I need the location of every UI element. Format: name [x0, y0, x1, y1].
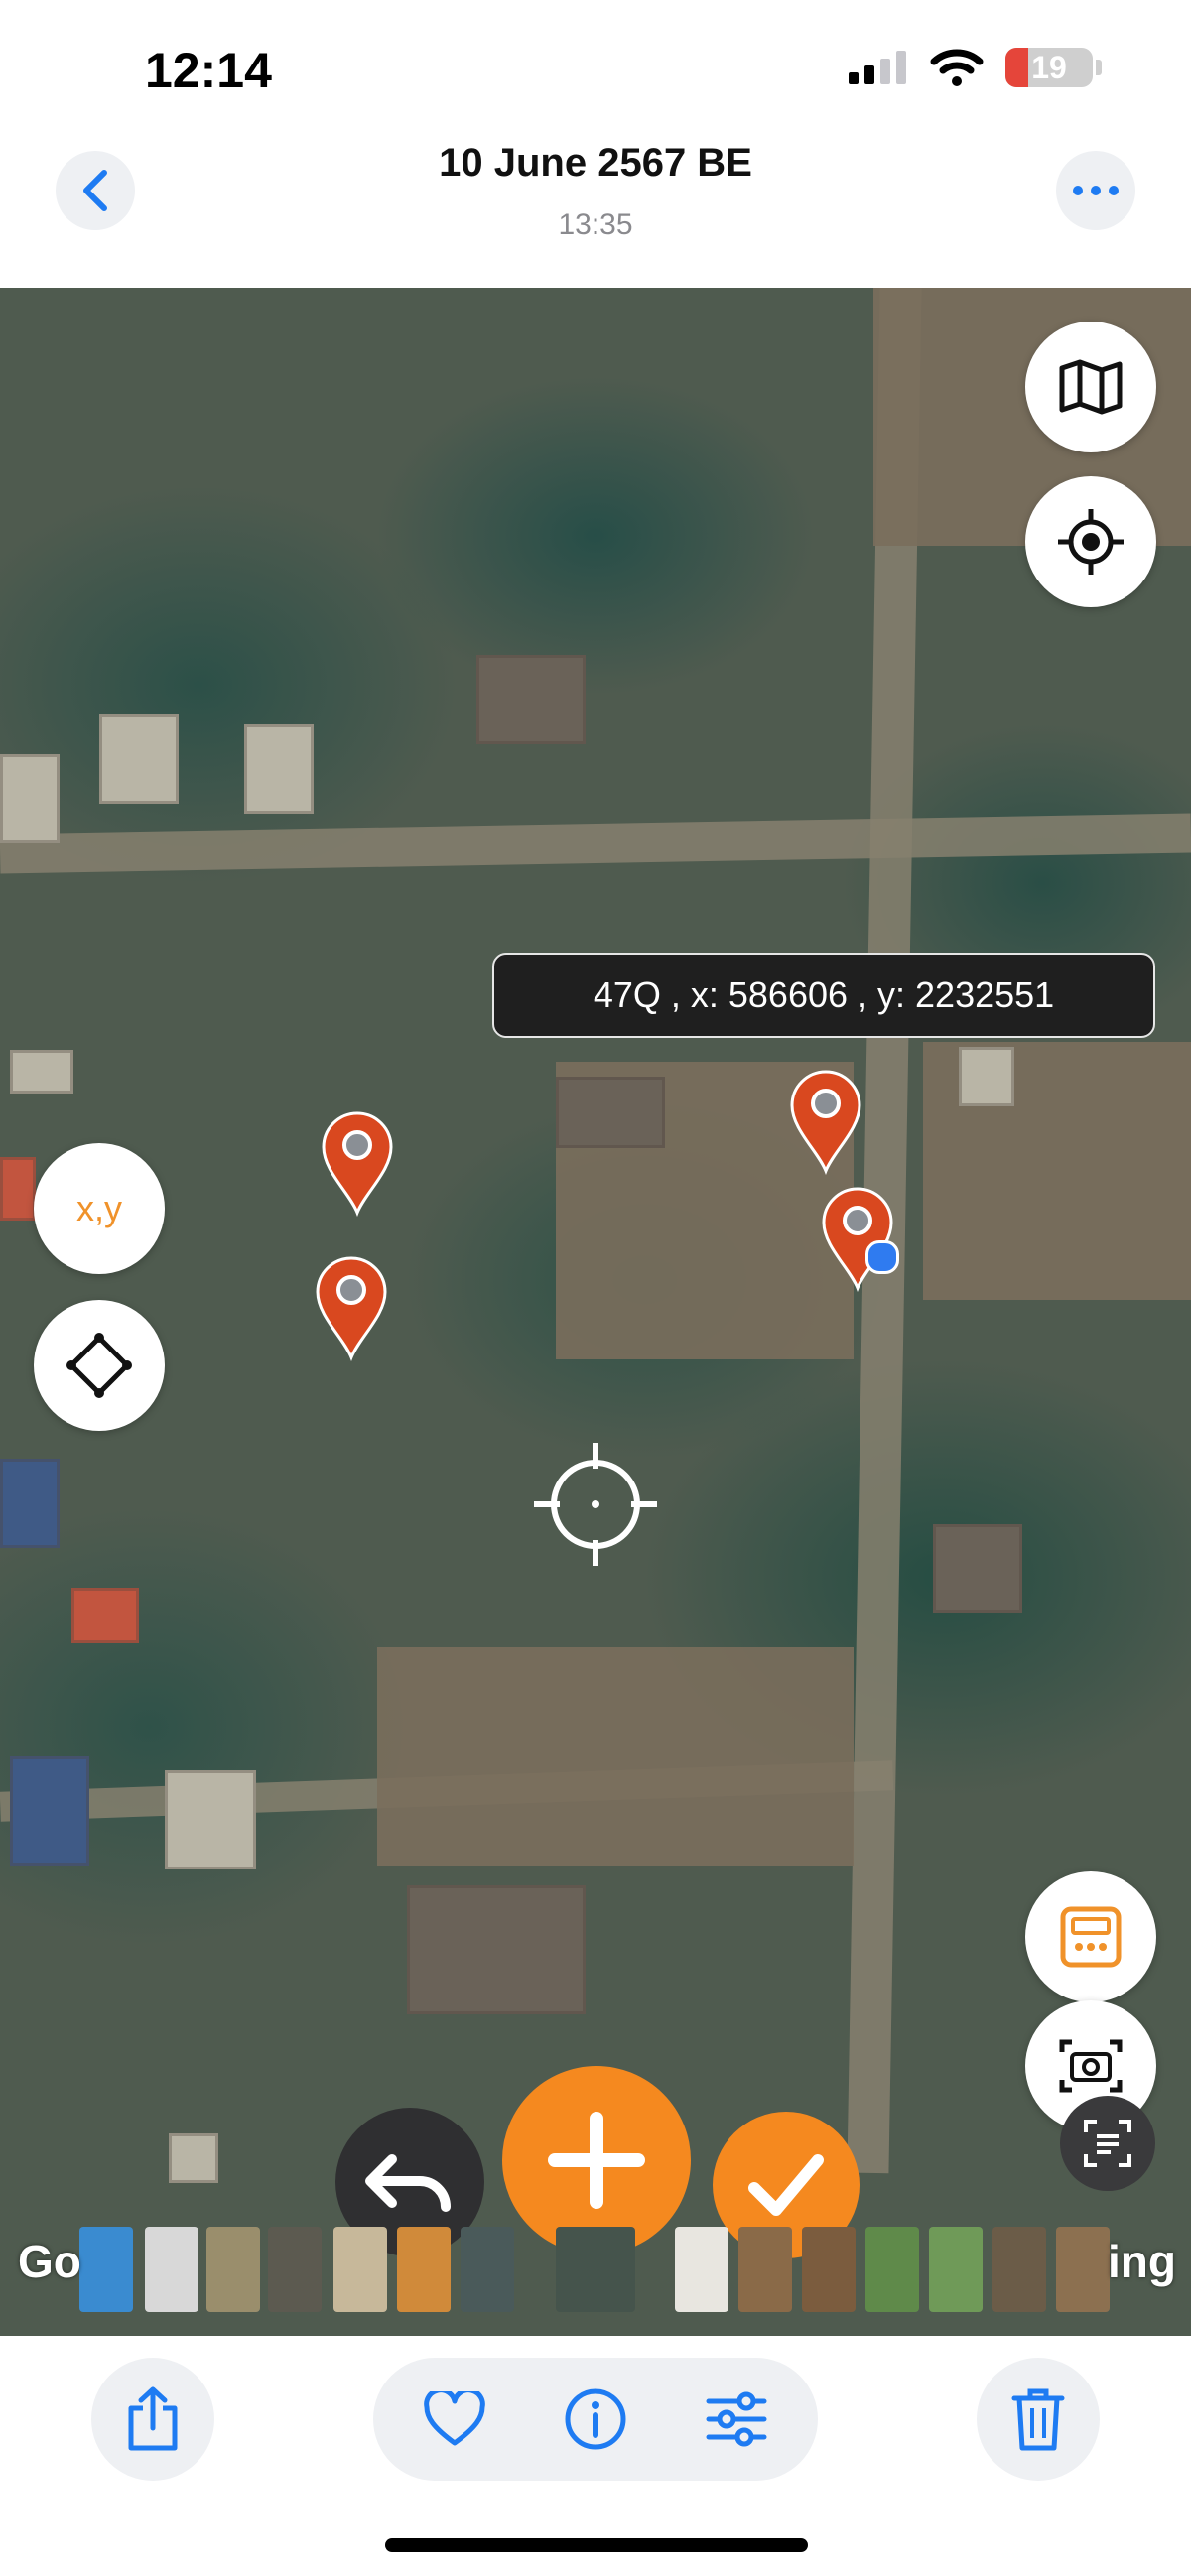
- map-building: [933, 1524, 1022, 1613]
- crosshair-icon: [534, 1443, 657, 1566]
- map-building: [476, 655, 586, 744]
- nav-bar: 10 June 2567 BE 13:35: [0, 129, 1191, 288]
- info-button[interactable]: [556, 2380, 635, 2459]
- text-scan-button[interactable]: [1060, 2096, 1155, 2191]
- calculator-button[interactable]: [1025, 1871, 1156, 2002]
- xy-button[interactable]: x,y: [34, 1143, 165, 1274]
- locate-icon: [1058, 509, 1124, 575]
- page-title: 10 June 2567 BE: [439, 141, 752, 185]
- add-icon: [548, 2112, 645, 2209]
- wifi-icon: [930, 49, 984, 86]
- map-building: [10, 1756, 89, 1866]
- map-building: [0, 1157, 36, 1221]
- map-pin[interactable]: [788, 1068, 863, 1175]
- photo-thumbnail[interactable]: [268, 2227, 322, 2312]
- photo-thumbnail[interactable]: [738, 2227, 792, 2312]
- map-icon: [1059, 359, 1123, 415]
- text-scan-icon: [1084, 2120, 1131, 2167]
- page-subtitle: 13:35: [558, 208, 633, 241]
- adjust-icon: [706, 2391, 767, 2447]
- photo-thumbnail[interactable]: [929, 2227, 983, 2312]
- calculator-icon: [1060, 1906, 1122, 1968]
- photo-thumbnail[interactable]: [865, 2227, 919, 2312]
- map-building: [244, 724, 314, 814]
- map-layers-button[interactable]: [1025, 322, 1156, 452]
- photo-thumbnail[interactable]: [397, 2227, 451, 2312]
- status-time: 12:14: [145, 43, 272, 98]
- home-indicator: [385, 2538, 808, 2552]
- map-attribution-left: Go: [18, 2236, 81, 2287]
- photo-thumbnail[interactable]: [1056, 2227, 1110, 2312]
- coordinate-text: 47Q , x: 586606 , y: 2232551: [593, 974, 1055, 1015]
- map-building: [959, 1047, 1014, 1106]
- battery-level: 19: [1031, 50, 1067, 85]
- photo-strip[interactable]: [0, 2227, 1191, 2316]
- check-icon: [748, 2154, 824, 2216]
- current-location-dot: [865, 1240, 899, 1274]
- photo-thumbnail[interactable]: [556, 2227, 635, 2312]
- photo-thumbnail[interactable]: [802, 2227, 856, 2312]
- map-building: [0, 754, 60, 843]
- locate-button[interactable]: [1025, 476, 1156, 607]
- photo-thumbnail[interactable]: [992, 2227, 1046, 2312]
- map-building: [165, 1770, 256, 1869]
- photo-thumbnail[interactable]: [145, 2227, 198, 2312]
- status-bar: 12:14 19: [0, 0, 1191, 129]
- signal-icon: [849, 51, 906, 84]
- map-building: [0, 1459, 60, 1548]
- map-field: [377, 1647, 854, 1866]
- adjust-button[interactable]: [697, 2380, 776, 2459]
- battery-icon: 19: [1005, 48, 1093, 87]
- map-pin[interactable]: [320, 1109, 395, 1217]
- map-building: [556, 1077, 665, 1148]
- polygon-button[interactable]: [34, 1300, 165, 1431]
- heart-icon: [424, 2391, 485, 2446]
- favorite-button[interactable]: [415, 2380, 494, 2459]
- more-button[interactable]: [1056, 151, 1135, 230]
- polygon-icon: [66, 1333, 132, 1398]
- xy-label: x,y: [75, 1188, 122, 1228]
- photo-thumbnail[interactable]: [79, 2227, 133, 2312]
- photo-thumbnail[interactable]: [461, 2227, 514, 2312]
- more-icon: [1073, 186, 1119, 195]
- photo-thumbnail[interactable]: [333, 2227, 387, 2312]
- photo-thumbnail[interactable]: [675, 2227, 728, 2312]
- coordinate-readout: 47Q , x: 586606 , y: 2232551: [492, 953, 1155, 1038]
- camera-capture-icon: [1059, 2039, 1123, 2093]
- toolbar-pill: [373, 2358, 818, 2481]
- info-icon: [565, 2388, 626, 2450]
- delete-button[interactable]: [977, 2358, 1100, 2481]
- map-building: [407, 1885, 586, 2014]
- trash-icon: [1011, 2388, 1065, 2451]
- share-button[interactable]: [91, 2358, 214, 2481]
- map-building: [99, 714, 179, 804]
- map-pin[interactable]: [314, 1254, 389, 1361]
- share-icon: [128, 2386, 178, 2451]
- map-attribution-right: ing: [1108, 2236, 1176, 2287]
- map-road: [0, 813, 1191, 874]
- map-building: [169, 2133, 218, 2183]
- map-pin[interactable]: [820, 1185, 895, 1292]
- photo-thumbnail[interactable]: [206, 2227, 260, 2312]
- map-building: [10, 1050, 73, 1094]
- map-building: [71, 1588, 139, 1643]
- status-icons: 19: [849, 48, 1102, 87]
- satellite-map[interactable]: 47Q , x: 586606 , y: 2232551 x,y: [0, 288, 1191, 2336]
- undo-icon: [365, 2154, 451, 2212]
